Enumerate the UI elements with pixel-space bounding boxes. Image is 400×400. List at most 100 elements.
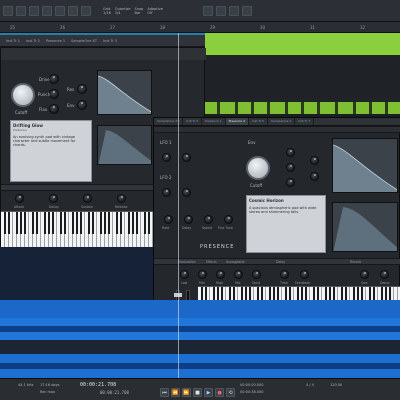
black-key[interactable] — [312, 287, 316, 301]
instrument-clip-row[interactable] — [205, 102, 400, 114]
timeline-ruler[interactable]: 25 26 27 28 29 30 31 32 — [0, 22, 400, 33]
audio-clip-lane-2[interactable] — [0, 318, 400, 340]
black-key[interactable] — [288, 287, 292, 301]
range-tool-icon[interactable] — [16, 5, 26, 16]
track-tab[interactable]: Presence 1 — [46, 39, 65, 43]
black-key[interactable] — [115, 212, 119, 235]
track-tab[interactable]: Inst Tr 3 — [103, 39, 117, 43]
track-tab[interactable]: Inst Tr 1 — [6, 39, 20, 43]
go-to-start-icon[interactable]: ⏮ — [160, 388, 169, 397]
black-key[interactable] — [63, 212, 67, 235]
black-key[interactable] — [31, 212, 35, 235]
tempo[interactable]: 120.00 — [330, 383, 342, 387]
black-key[interactable] — [340, 287, 344, 301]
plugin-tab[interactable]: Presence 1 — [202, 118, 226, 125]
black-key[interactable] — [87, 212, 91, 235]
record-icon[interactable]: ● — [215, 388, 224, 397]
attack-knob[interactable] — [15, 194, 24, 203]
env-label[interactable]: Env — [248, 140, 255, 145]
track-tab[interactable]: SampleOne XT — [71, 39, 97, 43]
filter-cutoff-knob[interactable] — [246, 156, 270, 180]
black-key[interactable] — [276, 287, 280, 301]
black-key[interactable] — [43, 212, 47, 235]
amp-envelope-graph[interactable] — [97, 125, 152, 165]
black-key[interactable] — [3, 212, 7, 235]
plugin-tab[interactable]: Presence 2 — [225, 118, 249, 125]
high-knob[interactable] — [216, 270, 225, 279]
black-key[interactable] — [300, 287, 304, 301]
black-key[interactable] — [256, 287, 260, 301]
edit-icon[interactable] — [215, 5, 226, 16]
audio-clip-lane-3[interactable] — [0, 354, 400, 378]
black-key[interactable] — [284, 287, 288, 301]
black-key[interactable] — [15, 212, 19, 235]
low-knob[interactable] — [180, 270, 189, 279]
section-label[interactable]: Reverb — [350, 260, 361, 264]
black-key[interactable] — [268, 287, 272, 301]
black-key[interactable] — [19, 212, 23, 235]
black-key[interactable] — [107, 212, 111, 235]
size-knob[interactable] — [360, 270, 369, 279]
drive-knob[interactable] — [49, 74, 59, 84]
flav-knob-front[interactable] — [286, 178, 295, 187]
fine-tune-knob[interactable] — [224, 215, 233, 224]
lfo1-delay-knob[interactable] — [182, 153, 191, 162]
black-key[interactable] — [384, 287, 388, 301]
black-key[interactable] — [360, 287, 364, 301]
black-key[interactable] — [131, 212, 135, 235]
black-key[interactable] — [324, 287, 328, 301]
arrangement-lane[interactable] — [205, 55, 400, 102]
timecode-secondary[interactable]: 00:00:21.708 — [100, 390, 129, 395]
env-knob[interactable] — [77, 100, 87, 110]
mute-tool-icon[interactable] — [68, 5, 78, 16]
black-key[interactable] — [200, 287, 204, 301]
mid-knob[interactable] — [198, 270, 207, 279]
plugin-tab[interactable]: Inst Tr 3 — [183, 118, 203, 125]
amp-envelope-graph-front[interactable] — [332, 202, 398, 252]
lfo2-rate-knob[interactable] — [162, 188, 171, 197]
section-label[interactable]: Effects — [206, 260, 217, 264]
adaptive-value[interactable]: Off — [147, 11, 163, 15]
plugin-tab[interactable]: SampleOne 2 — [268, 118, 296, 125]
plugin-tab[interactable]: Inst Tr 5 — [249, 118, 268, 125]
lfo2-delay-knob[interactable] — [182, 188, 191, 197]
send-knob[interactable] — [252, 270, 261, 279]
black-key[interactable] — [119, 212, 123, 235]
res-knob[interactable] — [77, 84, 87, 94]
black-key[interactable] — [75, 212, 79, 235]
speed-knob[interactable] — [204, 215, 213, 224]
black-key[interactable] — [352, 287, 356, 301]
section-label[interactable]: Modulation — [178, 260, 196, 264]
black-key[interactable] — [220, 287, 224, 301]
loop-icon[interactable]: ⟲ — [226, 388, 235, 397]
grid-value[interactable]: 1/16 — [103, 11, 111, 15]
damp-knob[interactable] — [380, 270, 389, 279]
rewind-icon[interactable]: ⏪ — [171, 388, 180, 397]
black-key[interactable] — [7, 212, 11, 235]
loop-end[interactable]: 00:00:38.000 — [240, 390, 264, 394]
black-key[interactable] — [232, 287, 236, 301]
res-knob-front[interactable] — [310, 156, 319, 165]
black-key[interactable] — [204, 287, 208, 301]
plugin-tab[interactable]: Inst Tr 7 — [295, 118, 315, 125]
black-key[interactable] — [23, 212, 27, 235]
black-key[interactable] — [35, 212, 39, 235]
track-tab[interactable]: Inst Tr 2 — [26, 39, 40, 43]
filter-envelope-graph-front[interactable] — [332, 138, 398, 193]
eraser-tool-icon[interactable] — [42, 5, 52, 16]
black-key[interactable] — [344, 287, 348, 301]
black-key[interactable] — [304, 287, 308, 301]
fast-forward-icon[interactable]: ⏩ — [182, 388, 191, 397]
release-knob[interactable] — [117, 194, 126, 203]
filter-envelope-graph[interactable] — [97, 70, 152, 115]
time-knob[interactable] — [280, 270, 289, 279]
decay-knob[interactable] — [49, 194, 58, 203]
black-key[interactable] — [228, 287, 232, 301]
black-key[interactable] — [260, 287, 264, 301]
section-label[interactable]: Arpeggiator — [226, 260, 245, 264]
timecode-primary[interactable]: 00:00:21.708 — [80, 382, 116, 388]
drive-knob-front[interactable] — [286, 148, 295, 157]
black-key[interactable] — [59, 212, 63, 235]
paint-tool-icon[interactable] — [55, 5, 65, 16]
black-key[interactable] — [372, 287, 376, 301]
